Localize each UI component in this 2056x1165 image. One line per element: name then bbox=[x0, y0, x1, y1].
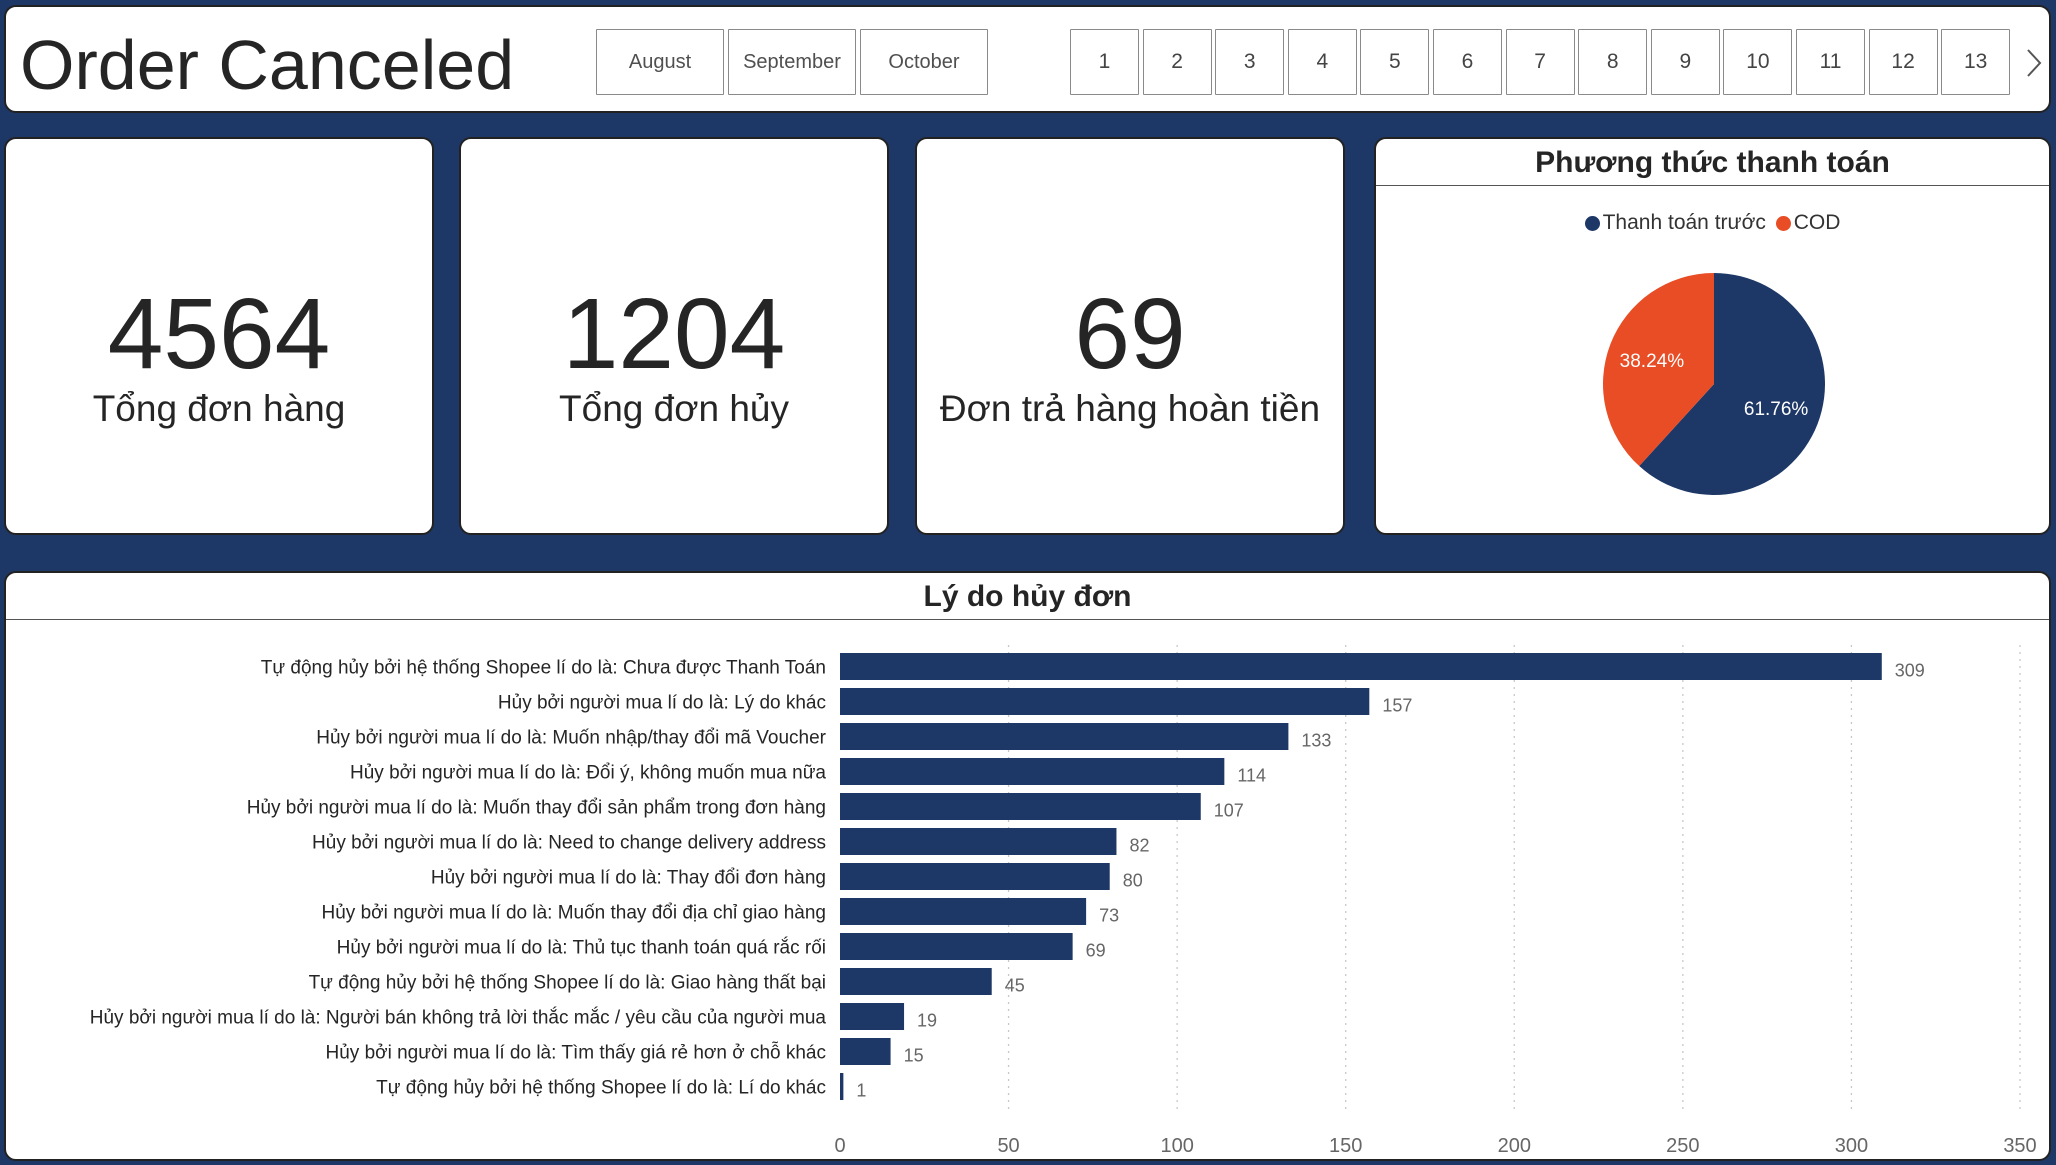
day-button-11[interactable]: 11 bbox=[1796, 29, 1865, 95]
category-label: Hủy bởi người mua lí do là: Muốn nhập/th… bbox=[316, 728, 826, 749]
category-label: Hủy bởi người mua lí do là: Tìm thấy giá… bbox=[326, 1042, 827, 1064]
x-tick-label: 300 bbox=[1835, 1135, 1868, 1157]
bar[interactable] bbox=[840, 828, 1117, 855]
bar[interactable] bbox=[840, 1003, 905, 1030]
bar[interactable] bbox=[840, 688, 1370, 715]
category-label: Tự động hủy bởi hệ thống Shopee lí do là… bbox=[309, 973, 826, 994]
category-label: Tự động hủy bởi hệ thống Shopee lí do là… bbox=[261, 658, 826, 679]
category-label: Hủy bởi người mua lí do là: Need to chan… bbox=[312, 833, 826, 854]
month-button-october[interactable]: October bbox=[860, 29, 988, 95]
day-button-9[interactable]: 9 bbox=[1650, 29, 1720, 95]
kpi-value: 4564 bbox=[107, 278, 331, 390]
day-button-1[interactable]: 1 bbox=[1070, 29, 1139, 95]
x-tick-label: 100 bbox=[1160, 1135, 1193, 1157]
data-label: 19 bbox=[917, 1011, 937, 1031]
kpi-card-canceled-orders: 1204 Tổng đơn hủy bbox=[459, 137, 889, 535]
day-button-6[interactable]: 6 bbox=[1433, 29, 1502, 95]
data-label: 114 bbox=[1237, 766, 1266, 786]
x-tick-label: 350 bbox=[2003, 1135, 2036, 1157]
category-label: Hủy bởi người mua lí do là: Đổi ý, không… bbox=[350, 763, 826, 784]
chevron-right-icon[interactable] bbox=[2022, 43, 2046, 83]
data-label: 73 bbox=[1099, 906, 1119, 926]
bar[interactable] bbox=[840, 758, 1225, 785]
data-label: 133 bbox=[1301, 731, 1331, 751]
bar[interactable] bbox=[840, 1073, 844, 1100]
pie-slice-label: 38.24% bbox=[1620, 351, 1685, 372]
day-button-8[interactable]: 8 bbox=[1578, 29, 1648, 95]
day-button-7[interactable]: 7 bbox=[1505, 29, 1575, 95]
kpi-label: Tổng đơn hủy bbox=[559, 388, 789, 429]
data-label: 157 bbox=[1382, 696, 1412, 716]
day-button-4[interactable]: 4 bbox=[1287, 29, 1357, 95]
kpi-card-total-orders: 4564 Tổng đơn hàng bbox=[4, 137, 434, 535]
category-label: Hủy bởi người mua lí do là: Muốn thay đổ… bbox=[247, 798, 826, 819]
bar[interactable] bbox=[840, 793, 1201, 820]
month-button-september[interactable]: September bbox=[728, 29, 856, 95]
data-label: 1 bbox=[856, 1081, 866, 1101]
cancel-reason-panel: Lý do hủy đơn 0 50 100 150 200 250 300 350 Tự độ… bbox=[4, 571, 2051, 1161]
day-button-12[interactable]: 12 bbox=[1868, 29, 1938, 95]
bar[interactable] bbox=[840, 933, 1073, 960]
category-label: Hủy bởi người mua lí do là: Muốn thay đổ… bbox=[322, 903, 826, 924]
day-button-10[interactable]: 10 bbox=[1723, 29, 1793, 95]
x-tick-label: 0 bbox=[834, 1135, 845, 1157]
day-button-5[interactable]: 5 bbox=[1360, 29, 1430, 95]
bar[interactable] bbox=[840, 1038, 891, 1065]
category-label: Hủy bởi người mua lí do là: Thủ tục than… bbox=[337, 937, 826, 959]
kpi-value: 69 bbox=[1074, 278, 1186, 390]
page-title: Order Canceled bbox=[20, 26, 515, 104]
kpi-label: Tổng đơn hàng bbox=[92, 388, 346, 429]
data-label: 69 bbox=[1086, 941, 1106, 961]
kpi-label: Đơn trả hàng hoàn tiền bbox=[939, 388, 1321, 429]
category-label: Hủy bởi người mua lí do là: Lý do khác bbox=[498, 693, 826, 714]
payment-method-panel: Phương thức thanh toán Thanh toán trước … bbox=[1374, 137, 2051, 535]
day-button-13[interactable]: 13 bbox=[1941, 29, 2011, 95]
data-label: 15 bbox=[904, 1046, 924, 1066]
category-label: Hủy bởi người mua lí do là: Thay đổi đơn… bbox=[431, 868, 826, 889]
bar[interactable] bbox=[840, 723, 1289, 750]
bar[interactable] bbox=[840, 653, 1882, 680]
day-button-3[interactable]: 3 bbox=[1215, 29, 1285, 95]
kpi-value: 1204 bbox=[562, 278, 786, 390]
bar[interactable] bbox=[840, 898, 1087, 925]
kpi-card-refund-orders: 69 Đơn trả hàng hoàn tiền bbox=[915, 137, 1345, 535]
bar-chart: 0 50 100 150 200 250 300 350 Tự động hủy bởi hệ … bbox=[90, 645, 2037, 1157]
data-label: 80 bbox=[1123, 871, 1143, 891]
category-label: Hủy bởi người mua lí do là: Người bán kh… bbox=[90, 1007, 827, 1029]
category-label: Tự động hủy bởi hệ thống Shopee lí do là… bbox=[376, 1078, 826, 1099]
data-label: 309 bbox=[1895, 661, 1925, 681]
x-tick-label: 200 bbox=[1498, 1135, 1531, 1157]
header-bar: Order Canceled August September October 1 2 3… bbox=[4, 5, 2051, 113]
bar[interactable] bbox=[840, 968, 992, 995]
day-button-2[interactable]: 2 bbox=[1142, 29, 1212, 95]
data-label: 45 bbox=[1005, 976, 1025, 996]
x-tick-label: 150 bbox=[1329, 1135, 1362, 1157]
pie-chart: 61.76% 38.24% bbox=[1603, 273, 1825, 495]
x-tick-label: 50 bbox=[997, 1135, 1019, 1157]
month-button-august[interactable]: August bbox=[596, 29, 724, 95]
x-tick-label: 250 bbox=[1666, 1135, 1699, 1157]
bar[interactable] bbox=[840, 863, 1110, 890]
pie-slice-label: 61.76% bbox=[1744, 399, 1809, 420]
data-label: 107 bbox=[1214, 801, 1244, 821]
data-label: 82 bbox=[1129, 836, 1149, 856]
